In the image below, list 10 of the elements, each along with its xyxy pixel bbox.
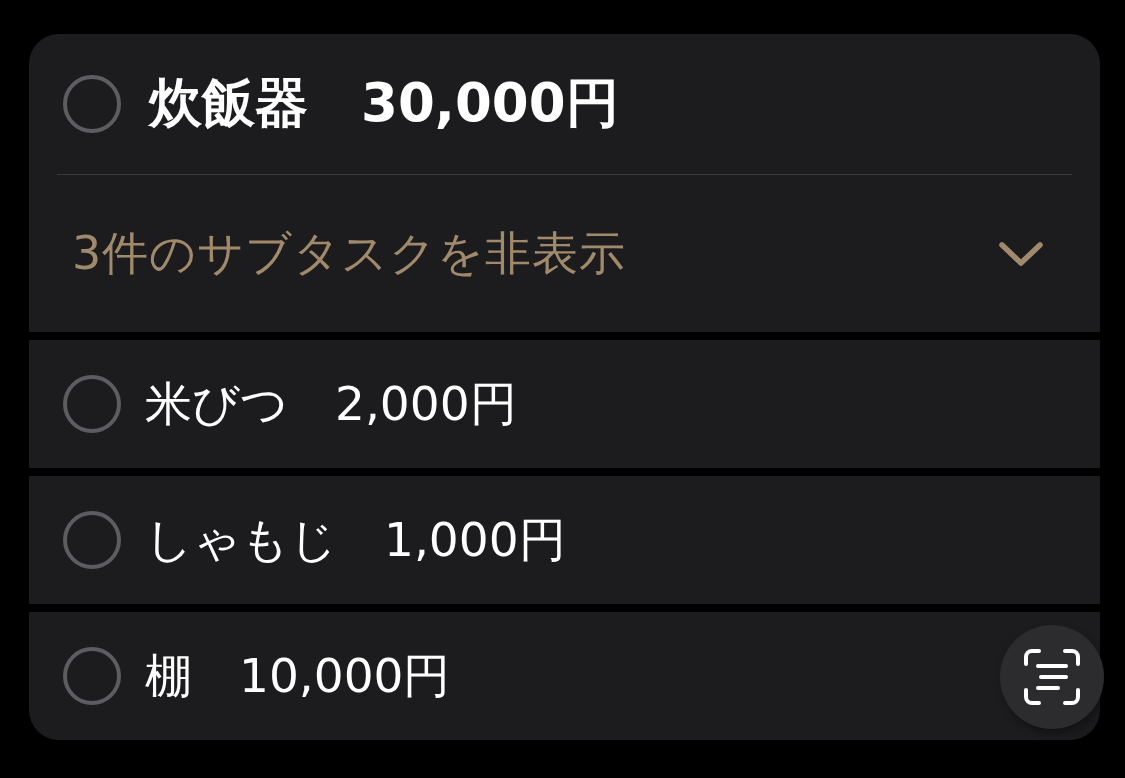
task-title: 炊飯器 30,000円 [149, 71, 619, 135]
complete-checkbox[interactable] [63, 375, 121, 433]
subtasks-toggle[interactable]: 3件のサブタスクを非表示 [29, 175, 1100, 332]
subtask-title: 米びつ 2,000円 [145, 374, 517, 433]
complete-checkbox[interactable] [63, 511, 121, 569]
subtask-title: しゃもじ 1,000円 [145, 510, 566, 569]
complete-checkbox[interactable] [63, 75, 121, 133]
subtask-title: 棚 10,000円 [145, 646, 451, 705]
scan-text-icon [1024, 649, 1080, 705]
complete-checkbox[interactable] [63, 647, 121, 705]
